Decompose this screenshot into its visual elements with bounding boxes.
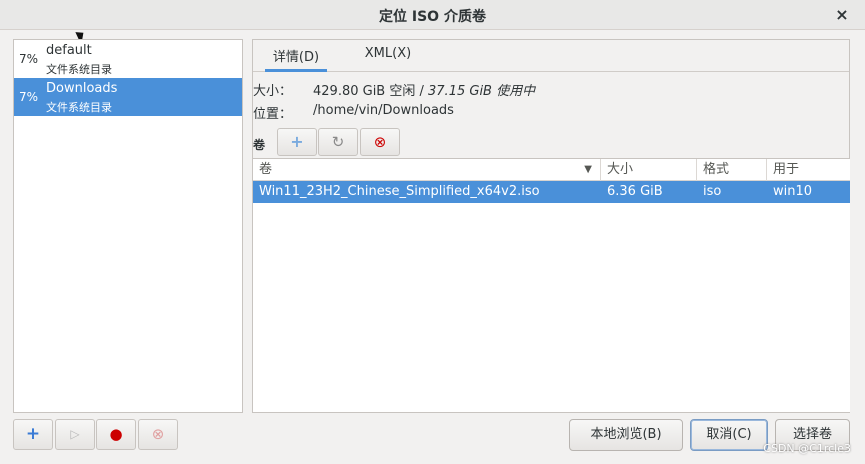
pool-name: default bbox=[46, 43, 92, 58]
tab-xml[interactable]: XML(X) bbox=[357, 46, 419, 72]
refresh-volumes-button[interactable]: ↻ bbox=[318, 128, 358, 156]
pool-type: 文件系统目录 bbox=[46, 63, 112, 76]
column-header-volume[interactable]: 卷 ▼ bbox=[253, 159, 601, 181]
sort-descending-icon: ▼ bbox=[584, 164, 592, 175]
pool-name: Downloads bbox=[46, 81, 118, 96]
storage-pool-list: 7% default 文件系统目录 7% Downloads 文件系统目录 bbox=[13, 39, 243, 413]
volume-format-cell: iso bbox=[703, 184, 722, 199]
titlebar: 定位 ISO 介质卷 × bbox=[0, 0, 865, 30]
start-pool-button[interactable]: ▷ bbox=[55, 419, 95, 450]
column-header-used-by[interactable]: 用于 bbox=[767, 159, 850, 181]
watermark: CSDN @C1rcle3 bbox=[763, 442, 851, 455]
delete-volume-button[interactable]: ⊗ bbox=[360, 128, 400, 156]
delete-pool-button[interactable]: ⊗ bbox=[138, 419, 178, 450]
play-icon: ▷ bbox=[70, 427, 80, 441]
location-label: 位置： bbox=[253, 107, 293, 122]
add-pool-button[interactable]: + bbox=[13, 419, 53, 450]
size-label: 大小： bbox=[253, 84, 293, 99]
location-value: /home/vin/Downloads bbox=[313, 103, 454, 118]
pool-item-default[interactable]: 7% default 文件系统目录 bbox=[14, 40, 242, 78]
size-used-text: 37.15 GiB 使用中 bbox=[428, 84, 536, 99]
pool-usage-percent: 7% bbox=[19, 90, 39, 104]
column-header-label: 卷 bbox=[259, 162, 273, 177]
size-free-text: 429.80 GiB 空闲 / bbox=[313, 84, 429, 99]
column-header-format[interactable]: 格式 bbox=[697, 159, 767, 181]
cancel-button[interactable]: 取消(C) bbox=[690, 419, 768, 451]
pool-type: 文件系统目录 bbox=[46, 101, 112, 114]
plus-icon: + bbox=[25, 424, 41, 444]
volume-name-cell: Win11_23H2_Chinese_Simplified_x64v2.iso bbox=[259, 184, 540, 199]
stop-pool-button[interactable]: ● bbox=[96, 419, 136, 450]
delete-icon: ⊗ bbox=[151, 425, 165, 443]
volumes-label: 卷 bbox=[253, 138, 266, 152]
pool-details-panel: 详情(D) XML(X) 大小： 429.80 GiB 空闲 / 37.15 G… bbox=[252, 39, 850, 413]
tab-details[interactable]: 详情(D) bbox=[265, 46, 327, 72]
browse-local-button[interactable]: 本地浏览(B) bbox=[569, 419, 683, 451]
size-value: 429.80 GiB 空闲 / 37.15 GiB 使用中 bbox=[313, 80, 535, 99]
stop-icon: ● bbox=[109, 425, 123, 443]
volume-table: 卷 ▼ 大小 格式 用于 Win11_23H2_Chinese_Simplifi… bbox=[253, 158, 850, 412]
add-volume-button[interactable]: + bbox=[277, 128, 317, 156]
refresh-icon: ↻ bbox=[331, 133, 345, 151]
volume-size-cell: 6.36 GiB bbox=[607, 184, 663, 199]
column-header-size[interactable]: 大小 bbox=[601, 159, 697, 181]
delete-icon: ⊗ bbox=[373, 133, 387, 151]
pool-usage-percent: 7% bbox=[19, 52, 39, 66]
plus-icon: + bbox=[290, 132, 304, 151]
window-title: 定位 ISO 介质卷 bbox=[379, 9, 486, 25]
table-header: 卷 ▼ 大小 格式 用于 bbox=[253, 159, 850, 181]
volume-used-by-cell: win10 bbox=[773, 184, 813, 199]
pool-item-downloads[interactable]: 7% Downloads 文件系统目录 bbox=[14, 78, 242, 116]
close-icon[interactable]: × bbox=[833, 6, 851, 24]
tab-bar: 详情(D) XML(X) bbox=[253, 40, 849, 72]
table-row[interactable]: Win11_23H2_Chinese_Simplified_x64v2.iso … bbox=[253, 181, 850, 203]
